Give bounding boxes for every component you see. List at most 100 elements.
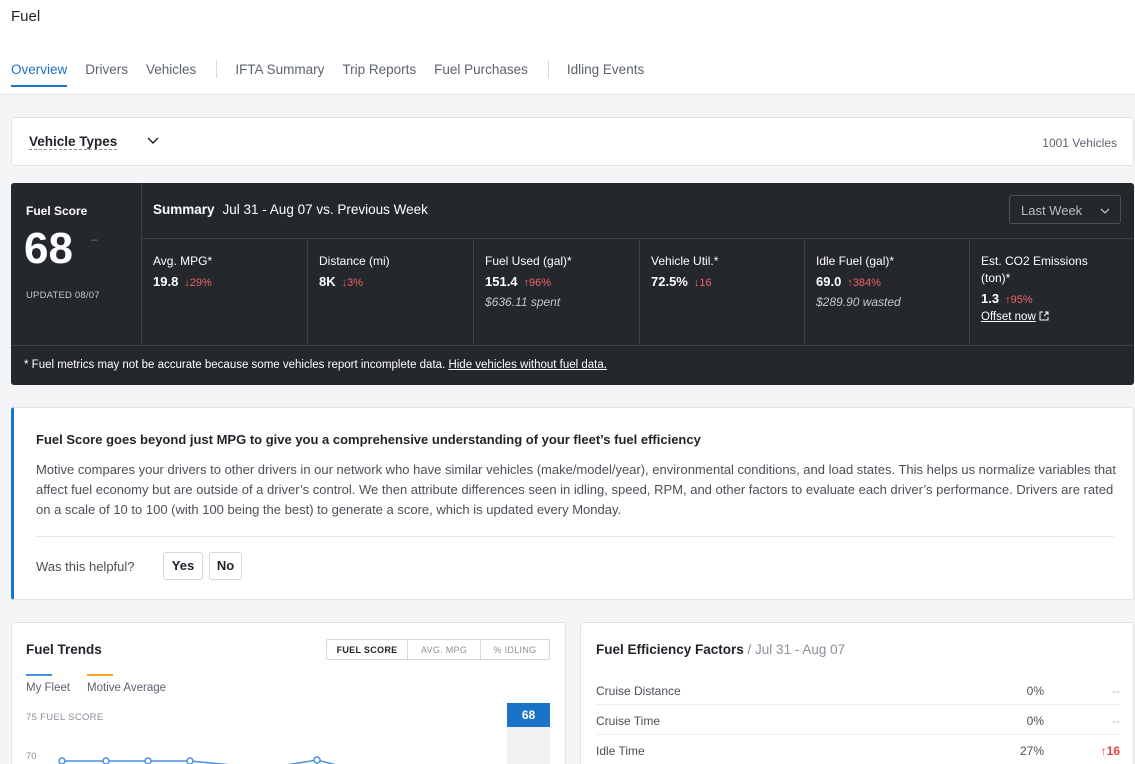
table-row[interactable]: Cruise Time 0% -- [596,705,1120,735]
y-axis-title: 75 FUEL SCORE [26,712,104,723]
page-title: Fuel [11,8,41,25]
vehicle-count: 1001 Vehicles [1042,136,1117,150]
fuel-score-info-card: Fuel Score goes beyond just MPG to give … [11,407,1134,600]
offset-now-link[interactable]: Offset now [981,311,1049,323]
metric-label: Idle Fuel (gal)* [816,254,895,268]
series-point [144,757,152,764]
factor-change: ↑16 [1100,744,1120,758]
summary-heading: Summary Jul 31 - Aug 07 vs. Previous Week [153,202,428,217]
fuel-score-block: Fuel Score 68 -- UPDATED 08/07 [11,183,142,345]
fuel-trends-card: Fuel Trends FUEL SCORE AVG. MPG % IDLING… [11,622,566,764]
factor-percent: 0% [1026,684,1044,698]
fuel-score-updated: UPDATED 08/07 [26,290,100,301]
metrics-row: Avg. MPG* 19.8 ↓29% Distance (mi) 8K ↓3% F… [142,238,1134,346]
metric-value-line: 1.3 ↑95% [981,291,1134,306]
factors-title: Fuel Efficiency Factors / Jul 31 - Aug 0… [596,642,845,657]
top-bar: Fuel Overview Drivers Vehicles IFTA Summ… [0,0,1135,95]
series-point [186,757,194,764]
vehicle-types-dropdown[interactable]: Vehicle Types [29,134,118,150]
tab-divider [547,60,549,78]
tab-bar: Overview Drivers Vehicles IFTA Summary T… [11,60,662,88]
fuel-efficiency-factors-card: Fuel Efficiency Factors / Jul 31 - Aug 0… [580,622,1134,764]
metric-label: Fuel Used (gal)* [485,254,572,268]
factor-percent: 0% [1026,714,1044,728]
latest-score-badge: 68 [507,703,550,727]
metric-value-line: 8K ↓3% [319,274,473,289]
table-row[interactable]: Cruise Distance 0% -- [596,675,1120,705]
factor-percent: 27% [1019,744,1044,758]
series-point [313,756,321,764]
legend-swatch-motive-average [87,674,113,676]
tab-overview[interactable]: Overview [11,62,68,87]
metric-value-line: 72.5% ↓16 [651,274,804,289]
series-point [102,757,110,764]
tab-trip-reports[interactable]: Trip Reports [342,62,416,87]
table-row[interactable]: Idle Time 27% ↑16 [596,735,1120,764]
period-select[interactable]: Last Week [1009,195,1121,224]
tab-idling-events[interactable]: Idling Events [567,62,644,87]
filter-bar: Vehicle Types 1001 Vehicles [11,117,1134,166]
metric-distance: Distance (mi) 8K ↓3% [308,239,474,346]
metric-subtext: $636.11 spent [485,295,561,309]
metric-label-unit: (ton)* [981,271,1011,285]
factor-change: -- [1112,714,1120,728]
metric-change: ↑384% [847,277,881,289]
metric-idle-fuel: Idle Fuel (gal)* 69.0 ↑384% $289.90 waste… [805,239,970,346]
info-body: Motive compares your drivers to other dr… [36,462,1116,517]
toggle-avg-mpg[interactable]: AVG. MPG [408,640,481,659]
metric-value: 8K [319,274,336,289]
metric-avg-mpg: Avg. MPG* 19.8 ↓29% [142,239,308,346]
fuel-score-value: 68 [24,224,73,273]
tab-ifta-summary[interactable]: IFTA Summary [235,62,324,87]
metric-label: Distance (mi) [319,254,390,268]
tab-divider [216,60,218,78]
toggle-idling[interactable]: % IDLING [481,640,549,659]
metric-vehicle-util: Vehicle Util.* 72.5% ↓16 [640,239,805,346]
metric-change: ↑96% [523,277,552,289]
hide-vehicles-link[interactable]: Hide vehicles without fuel data. [448,359,607,371]
metric-value-line: 69.0 ↑384% [816,274,969,289]
helpful-yes-button[interactable]: Yes [163,552,203,580]
trend-metric-toggle: FUEL SCORE AVG. MPG % IDLING [326,639,550,660]
metric-change: ↓16 [693,277,712,289]
toggle-fuel-score[interactable]: FUEL SCORE [327,640,408,659]
metric-value: 19.8 [153,274,179,289]
chevron-down-icon [1100,208,1110,214]
factors-title-text: Fuel Efficiency Factors [596,642,744,657]
helpful-no-button[interactable]: No [209,552,242,580]
metric-label: Vehicle Util.* [651,254,719,268]
series-point [58,757,66,764]
external-link-icon [1039,311,1049,321]
chevron-down-icon[interactable] [145,132,161,148]
fuel-trends-title: Fuel Trends [26,642,102,657]
tab-drivers[interactable]: Drivers [85,62,128,87]
factor-name: Cruise Time [596,714,661,728]
info-title: Fuel Score goes beyond just MPG to give … [36,432,701,447]
metric-value: 69.0 [816,274,842,289]
offset-now-label: Offset now [981,311,1036,323]
factors-period: / Jul 31 - Aug 07 [743,642,846,657]
factor-name: Cruise Distance [596,684,681,698]
metric-value-line: 151.4 ↑96% [485,274,639,289]
tab-fuel-purchases[interactable]: Fuel Purchases [434,62,528,87]
metric-co2-emissions: Est. CO2 Emissions (ton)* 1.3 ↑95% Offset… [970,239,1134,346]
metric-subtext: $289.90 wasted [816,295,901,309]
helpful-question: Was this helpful? [36,559,135,574]
metric-fuel-used: Fuel Used (gal)* 151.4 ↑96% $636.11 spent [474,239,640,346]
metric-label: Avg. MPG* [153,254,213,268]
metric-value: 151.4 [485,274,518,289]
fuel-score-label: Fuel Score [26,204,88,218]
fuel-summary-panel: Fuel Score 68 -- UPDATED 08/07 Summary Ju… [11,183,1134,385]
metric-value: 1.3 [981,291,1000,306]
metric-change: ↓29% [184,277,212,289]
data-warning-note: * Fuel metrics may not be accurate becau… [11,345,1134,385]
metric-change: ↓3% [341,277,364,289]
data-warning-text: * Fuel metrics may not be accurate becau… [24,359,446,371]
factor-change: -- [1112,684,1120,698]
tab-vehicles[interactable]: Vehicles [146,62,196,87]
metric-value: 72.5% [651,274,688,289]
legend-swatch-my-fleet [26,674,52,676]
metric-label: Est. CO2 Emissions [981,254,1088,268]
metric-value-line: 19.8 ↓29% [153,274,307,289]
period-select-value: Last Week [1021,203,1083,218]
